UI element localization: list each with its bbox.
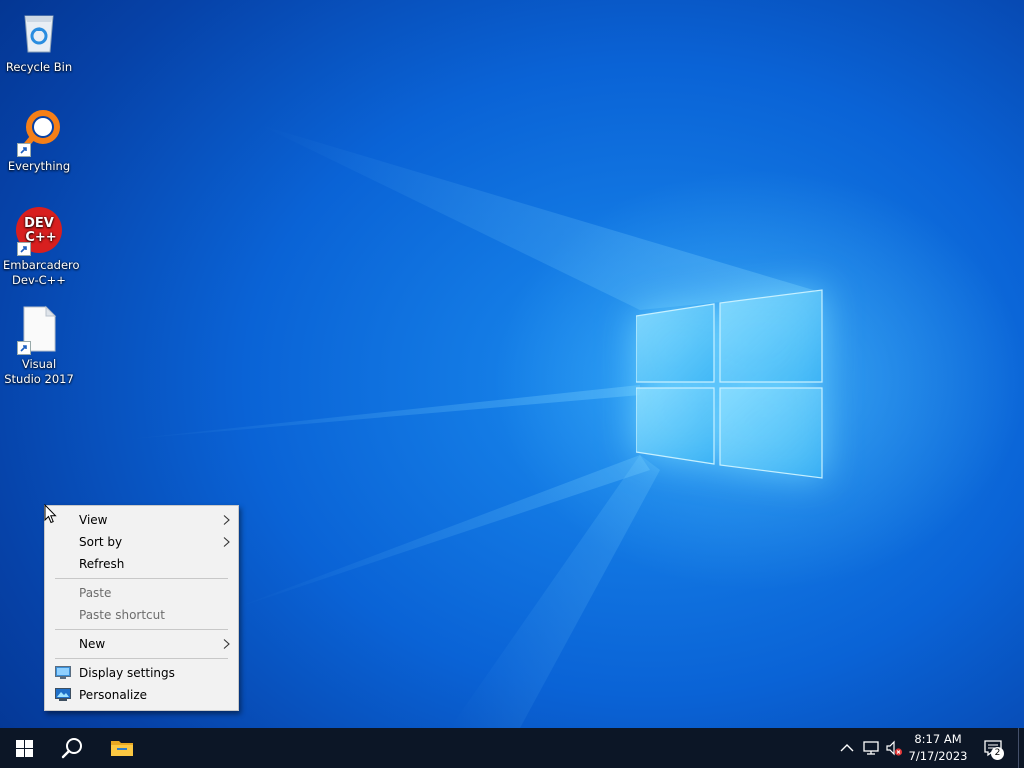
menu-item-view[interactable]: View (45, 509, 238, 531)
taskbar-clock[interactable]: 8:17 AM 7/17/2023 (906, 731, 970, 765)
display-settings-icon (55, 666, 71, 679)
menu-item-label: Refresh (79, 557, 125, 571)
desktop-icon-recycle-bin[interactable]: Recycle Bin (0, 8, 78, 75)
menu-item-label: Personalize (79, 688, 148, 702)
file-explorer-icon (111, 741, 133, 756)
chevron-right-icon (223, 537, 230, 547)
chevron-up-icon[interactable] (838, 739, 856, 757)
windows-wallpaper-logo (636, 289, 823, 479)
menu-item-paste-shortcut: Paste shortcut (45, 604, 238, 626)
menu-separator (55, 629, 228, 630)
menu-item-label: Sort by (79, 535, 123, 549)
recycle-bin-icon (15, 8, 63, 56)
menu-item-label: New (79, 637, 106, 651)
blank-file-icon (15, 305, 63, 355)
desktop-icon-label: Recycle Bin (5, 60, 73, 74)
everything-search-icon (15, 107, 63, 157)
menu-item-refresh[interactable]: Refresh (45, 553, 238, 575)
desktop-background[interactable]: Recycle Bin Everything DEV C++ Embarcade… (0, 0, 1024, 728)
taskbar: 8:17 AM 7/17/2023 (0, 728, 1024, 768)
search-button[interactable] (48, 728, 96, 768)
desktop-icon-label: Everything (7, 159, 71, 173)
menu-item-new[interactable]: New (45, 633, 238, 655)
menu-separator (55, 578, 228, 579)
search-icon (61, 738, 82, 759)
dev-cpp-icon: DEV C++ (15, 206, 63, 256)
menu-item-display-settings[interactable]: Display settings (45, 662, 238, 684)
menu-item-paste: Paste (45, 582, 238, 604)
menu-item-personalize[interactable]: Personalize (45, 684, 238, 706)
menu-item-label: Paste shortcut (79, 608, 165, 622)
file-explorer-button[interactable] (98, 728, 146, 768)
chevron-right-icon (223, 639, 230, 649)
menu-item-label: Paste (79, 586, 112, 600)
clock-time: 8:17 AM (914, 732, 962, 746)
shortcut-arrow-icon (17, 341, 31, 355)
dev-cpp-badge-text-1: DEV (24, 216, 54, 231)
menu-item-label: View (79, 513, 108, 527)
start-button[interactable] (0, 728, 48, 768)
show-desktop-button[interactable] (1018, 728, 1024, 768)
desktop-icon-label: Embarcadero Dev-C++ (3, 258, 80, 287)
desktop-icon-everything[interactable]: Everything (0, 107, 78, 174)
network-icon[interactable] (862, 739, 880, 757)
menu-item-sort-by[interactable]: Sort by (45, 531, 238, 553)
menu-item-label: Display settings (79, 666, 175, 680)
personalize-icon (55, 688, 71, 701)
notification-count-badge: 2 (991, 747, 1004, 760)
clock-date: 7/17/2023 (908, 749, 968, 763)
desktop-context-menu: View Sort by Refresh Paste Paste shortcu… (44, 505, 239, 711)
mouse-cursor-icon (44, 504, 57, 524)
menu-separator (55, 658, 228, 659)
shortcut-arrow-icon (17, 242, 31, 256)
shortcut-arrow-icon (17, 143, 31, 157)
desktop-icon-visual-studio[interactable]: Visual Studio 2017 (0, 305, 78, 387)
desktop-icon-label: Visual Studio 2017 (4, 357, 74, 386)
volume-muted-icon[interactable] (885, 739, 903, 757)
chevron-right-icon (223, 515, 230, 525)
desktop-icon-dev-cpp[interactable]: DEV C++ Embarcadero Dev-C++ (0, 206, 80, 288)
windows-start-icon (15, 739, 33, 757)
